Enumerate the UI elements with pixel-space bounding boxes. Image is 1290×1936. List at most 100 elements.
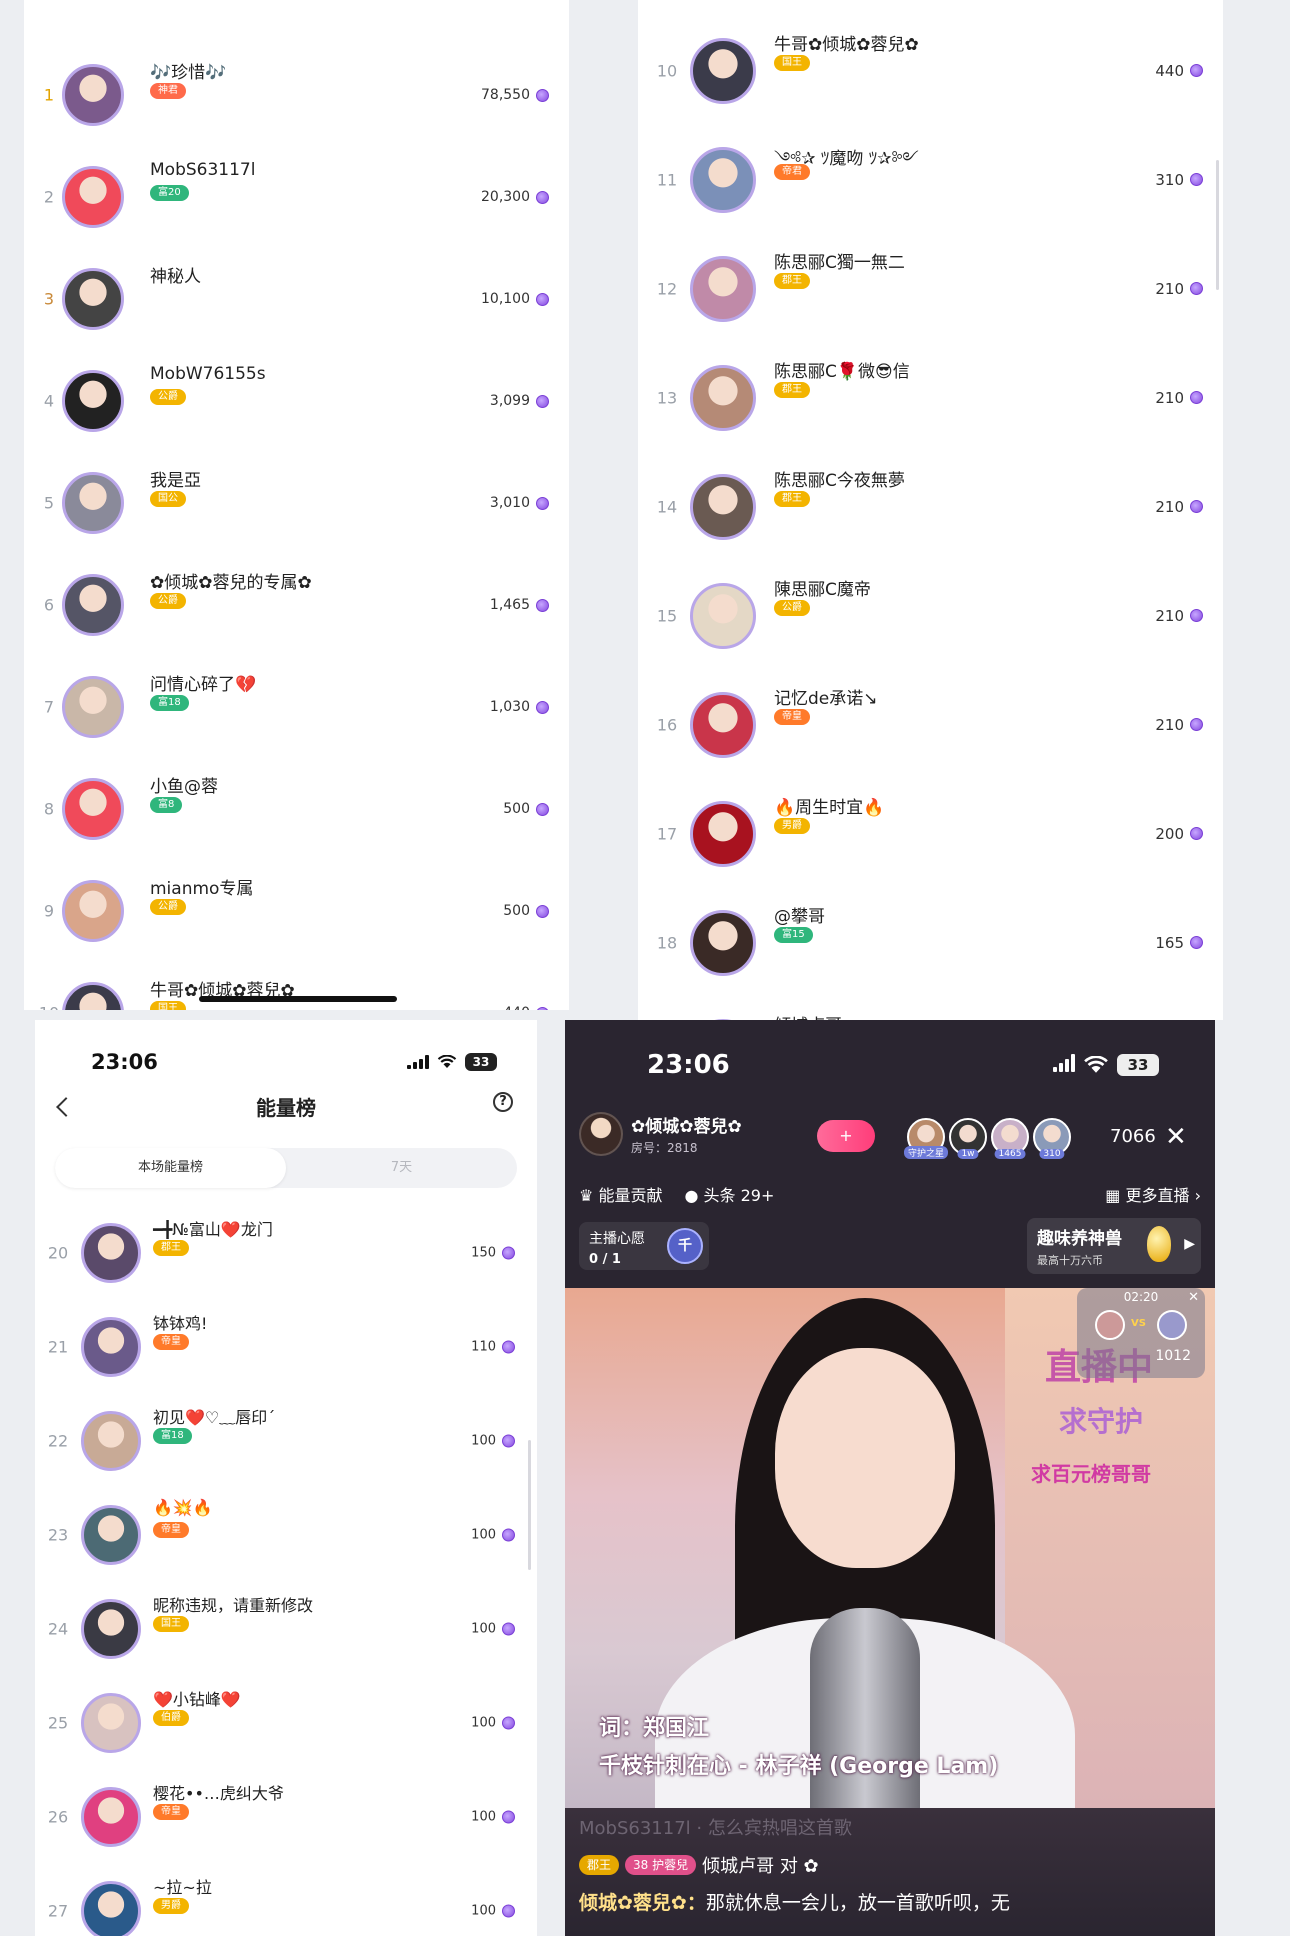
ranking-row[interactable]: 10牛哥✿倾城✿蓉兒✿国王440 [24, 962, 569, 1010]
host-info[interactable]: ✿倾城✿蓉兒✿ 房号：2818 [579, 1112, 742, 1156]
ranking-row[interactable]: 17 🔥周生时宜🔥 男爵 200 [638, 779, 1223, 888]
chat-area[interactable]: MobS63117l · 怎么宾热唱这首歌 郡王 38 护蓉兒 倾城卢哥 对 ✿ 倾… [565, 1808, 1215, 1936]
user-name[interactable]: 我是亞 [150, 466, 201, 491]
user-name[interactable]: MobS63117l [150, 160, 255, 180]
user-avatar[interactable] [62, 778, 124, 840]
user-name[interactable]: ~拉~拉 [153, 1874, 212, 1898]
user-name[interactable]: 陈思郦C獨一無二 [774, 248, 905, 273]
user-avatar[interactable] [81, 1223, 141, 1283]
user-avatar[interactable] [81, 1317, 141, 1377]
user-avatar[interactable] [81, 1787, 141, 1847]
ranking-row[interactable]: 7 问情心碎了💔 富18 1,030 [24, 656, 569, 758]
user-avatar[interactable] [690, 582, 756, 649]
ranking-row[interactable]: 15 陳思郦C魔帝 公爵 210 [638, 561, 1223, 670]
user-avatar[interactable] [690, 909, 756, 976]
ranking-row[interactable]: 27 ~拉~拉 男爵 100 [35, 1864, 537, 1936]
user-avatar[interactable] [81, 1693, 141, 1753]
user-avatar[interactable] [62, 370, 124, 432]
ranking-row[interactable]: 25 ❤️小钻峰❤️ 伯爵 100 [35, 1676, 537, 1770]
promo-banner[interactable]: 趣味养神兽 最高十万六币 ▶ [1027, 1218, 1201, 1274]
user-name[interactable]: MobW76155s [150, 364, 266, 384]
pk-widget[interactable]: 02:20 ✕ VS 1012 [1077, 1288, 1205, 1378]
user-avatar[interactable] [62, 166, 124, 228]
close-icon[interactable]: ✕ [1165, 1124, 1187, 1150]
ranking-row[interactable]: 14 陈思郦C今夜無夢 郡王 210 [638, 452, 1223, 561]
user-avatar[interactable] [81, 1505, 141, 1565]
user-avatar[interactable] [62, 982, 124, 1010]
user-name[interactable]: ❤️小钻峰❤️ [153, 1686, 241, 1710]
user-name[interactable]: 🔥周生时宜🔥 [774, 793, 884, 818]
user-avatar[interactable] [81, 1411, 141, 1471]
ranking-row[interactable]: 12 陈思郦C獨一無二 郡王 210 [638, 234, 1223, 343]
user-avatar[interactable] [690, 255, 756, 322]
viewer-count[interactable]: 7066 [1110, 1126, 1156, 1147]
user-avatar[interactable] [81, 1881, 141, 1936]
user-avatar[interactable] [62, 64, 124, 126]
user-name[interactable]: @攀哥 [774, 902, 825, 927]
ranking-row[interactable]: 26 樱花••…虎纠大爷 帝皇 100 [35, 1770, 537, 1864]
user-name[interactable]: ✿倾城✿蓉兒的专属✿ [150, 568, 312, 593]
user-avatar[interactable] [690, 691, 756, 758]
ranking-row[interactable]: 21 钵钵鸡! 帝皇 110 [35, 1300, 537, 1394]
user-avatar[interactable] [81, 1599, 141, 1659]
user-avatar[interactable] [690, 473, 756, 540]
tab-7-days[interactable]: 7天 [286, 1148, 517, 1188]
chat-username[interactable]: 倾城✿蓉兒✿： [579, 1892, 706, 1914]
follow-button[interactable]: + [817, 1120, 875, 1152]
ranking-row[interactable]: 11 ༺✰ ﾂ魔吻 ﾂ✰༻ 帝君 310 [638, 125, 1223, 234]
user-name[interactable]: 🔥💥🔥 [153, 1498, 213, 1517]
user-avatar[interactable] [62, 574, 124, 636]
user-avatar[interactable] [690, 146, 756, 213]
ranking-row[interactable]: 16 记忆de承诺↘ 帝皇 210 [638, 670, 1223, 779]
ranking-row[interactable]: 倾城卢哥 [638, 997, 1223, 1020]
user-name[interactable]: 小鱼@蓉 [150, 772, 218, 797]
host-avatar[interactable] [579, 1112, 623, 1156]
user-name[interactable]: 初见❤️♡﹏唇印ˊ [153, 1404, 275, 1428]
viewer-avatar[interactable]: 守护之星 [903, 1118, 949, 1159]
ranking-row[interactable]: 23 🔥💥🔥 帝皇 100 [35, 1488, 537, 1582]
user-avatar[interactable] [690, 37, 756, 104]
ranking-row[interactable]: 5 我是亞 国公 3,010 [24, 452, 569, 554]
user-avatar[interactable] [690, 364, 756, 431]
user-name[interactable]: 樱花••…虎纠大爷 [153, 1780, 284, 1804]
ranking-row[interactable]: 3 神秘人 10,100 [24, 248, 569, 350]
pk-close-icon[interactable]: ✕ [1188, 1290, 1199, 1305]
viewer-avatar[interactable]: 1465 [991, 1118, 1029, 1159]
headline-link[interactable]: ● 头条 29+ [684, 1182, 774, 1206]
ranking-row[interactable]: 9 mianmo专属 公爵 500 [24, 860, 569, 962]
ranking-row[interactable]: 18 @攀哥 富15 165 [638, 888, 1223, 997]
ranking-row[interactable]: 1 🎶珍惜🎶 神君 78,550 [24, 44, 569, 146]
ranking-row[interactable]: 2 MobS63117l 富20 20,300 [24, 146, 569, 248]
ranking-row[interactable]: 24 昵称违规，请重新修改 国王 100 [35, 1582, 537, 1676]
user-name[interactable]: 昵称违规，请重新修改 [153, 1592, 313, 1616]
user-name[interactable]: 陈思郦C🌹微😎信 [774, 357, 910, 382]
tab-current-session[interactable]: 本场能量榜 [55, 1148, 286, 1188]
energy-contribution-link[interactable]: ♛ 能量贡献 [579, 1182, 662, 1206]
ranking-row[interactable]: 6 ✿倾城✿蓉兒的专属✿ 公爵 1,465 [24, 554, 569, 656]
user-avatar[interactable] [62, 880, 124, 942]
viewer-avatar[interactable]: 310 [1033, 1118, 1071, 1159]
user-avatar[interactable] [690, 800, 756, 867]
host-wish[interactable]: 主播心愿 0 / 1 千 [579, 1222, 709, 1270]
user-name[interactable]: 神秘人 [150, 262, 201, 287]
user-name[interactable]: 记忆de承诺↘ [774, 684, 878, 709]
user-name[interactable]: 牛哥✿倾城✿蓉兒✿ [774, 30, 919, 55]
ranking-row[interactable]: 4 MobW76155s 公爵 3,099 [24, 350, 569, 452]
viewer-avatars[interactable]: 守护之星 1w 1465 310 [903, 1118, 1071, 1159]
more-live-link[interactable]: ▦ 更多直播 › [1105, 1182, 1201, 1206]
user-name[interactable]: 陳思郦C魔帝 [774, 575, 871, 600]
ranking-row[interactable]: 22 初见❤️♡﹏唇印ˊ 富18 100 [35, 1394, 537, 1488]
user-name[interactable]: 问情心碎了💔 [150, 670, 256, 695]
user-avatar[interactable] [62, 676, 124, 738]
user-name[interactable]: 倾城卢哥 [774, 1011, 842, 1020]
user-avatar[interactable] [62, 472, 124, 534]
scrollbar[interactable] [528, 1440, 531, 1570]
user-avatar[interactable] [62, 268, 124, 330]
ranking-row[interactable]: 13 陈思郦C🌹微😎信 郡王 210 [638, 343, 1223, 452]
viewer-avatar[interactable]: 1w [949, 1118, 987, 1159]
help-icon[interactable]: ? [493, 1092, 513, 1112]
user-name[interactable]: 钵钵鸡! [153, 1310, 207, 1334]
user-name[interactable]: ━╋№富山❤️龙门 [153, 1216, 273, 1240]
ranking-row[interactable]: 8 小鱼@蓉 富8 500 [24, 758, 569, 860]
ranking-row[interactable]: 10牛哥✿倾城✿蓉兒✿国王440 [638, 16, 1223, 125]
